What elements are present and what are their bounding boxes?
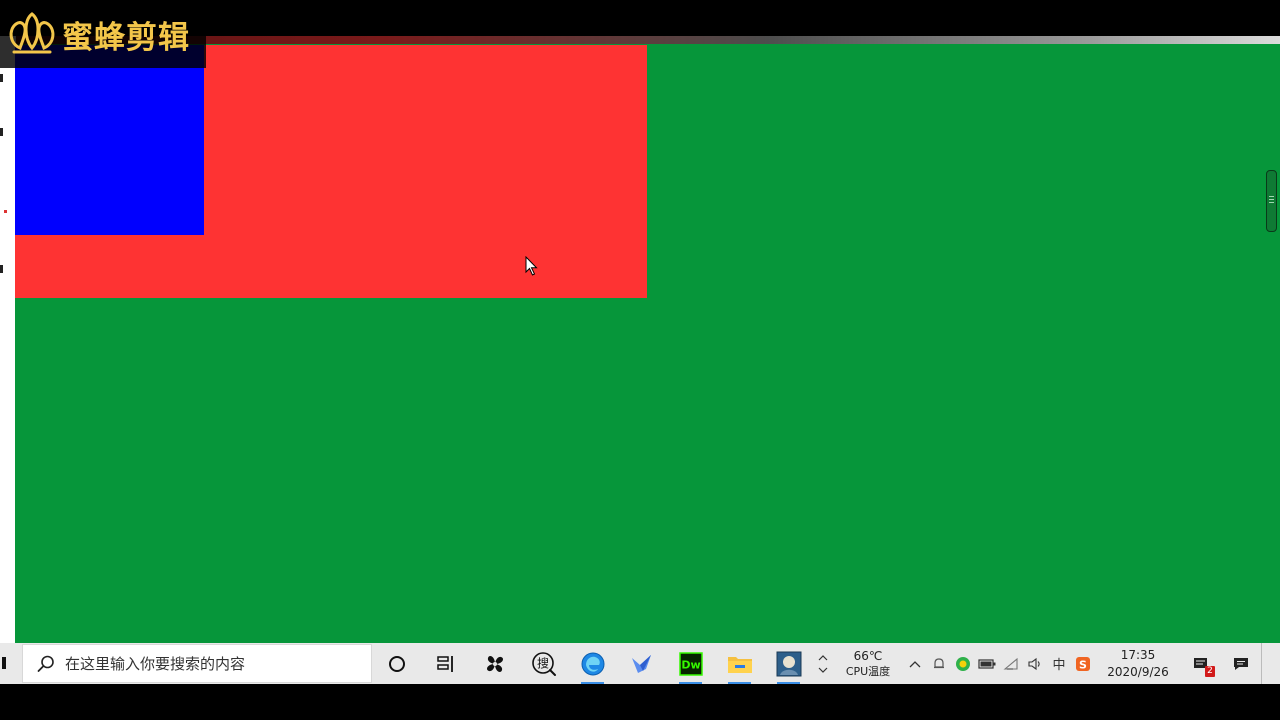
message-button[interactable] [1221, 643, 1261, 684]
sogou-search-button[interactable]: 搜 [519, 643, 568, 684]
notification-count-badge: 2 [1205, 666, 1215, 677]
task-view-icon [436, 655, 453, 672]
edge-tick [0, 265, 3, 273]
battery-icon [978, 658, 996, 669]
show-desktop-button[interactable] [1261, 643, 1270, 684]
clock-date: 2020/9/26 [1107, 664, 1169, 679]
photo-app-button[interactable] [764, 643, 813, 684]
tray-sogou-ime[interactable]: S [1071, 643, 1095, 684]
edge-dot [4, 210, 7, 213]
svg-text:S: S [1079, 658, 1087, 671]
taskbar-search-box[interactable] [22, 644, 372, 683]
start-edge-mark [2, 657, 6, 669]
edge-icon [581, 652, 604, 675]
blue-box [15, 45, 204, 235]
svg-text:搜: 搜 [536, 655, 548, 670]
tray-volume[interactable] [1023, 643, 1047, 684]
watermark-brand-text: 蜜蜂剪辑 [62, 19, 190, 56]
edge-tick [0, 74, 3, 82]
folder-icon [727, 656, 752, 673]
speaker-icon [1028, 657, 1040, 670]
cortana-button[interactable] [372, 643, 421, 684]
sou-icon: 搜 [531, 651, 556, 676]
cpu-temperature-value: 66℃ [853, 648, 883, 663]
bird-icon [631, 654, 651, 673]
mouse-cursor-icon [525, 256, 538, 276]
chevron-up-icon [818, 654, 828, 660]
scrollbar-grip-line [1269, 202, 1274, 203]
desktop-screen: 蜜蜂剪辑 在这里输入你要搜索的内容 搜 Dw 66℃ CPU温度 中 S 17:… [0, 0, 1280, 720]
edge-tick [0, 128, 3, 136]
show-hidden-icons-button[interactable] [903, 643, 927, 684]
bee-logo-icon [9, 12, 55, 54]
tray-bell[interactable] [927, 643, 951, 684]
cpu-temperature-widget[interactable]: 66℃ CPU温度 [833, 643, 903, 684]
vertical-scrollbar-thumb[interactable] [1266, 170, 1277, 232]
circle-icon [388, 655, 405, 672]
chat-icon [1234, 657, 1248, 670]
chevron-down-icon [818, 667, 828, 673]
tray-battery[interactable] [975, 643, 999, 684]
taskbar-scroll-arrows[interactable] [813, 643, 833, 684]
windows-taskbar: 搜 Dw [0, 643, 1280, 684]
watermark-logo: 蜜蜂剪辑 [0, 0, 206, 68]
shield-ring-icon [956, 656, 970, 671]
file-explorer-button[interactable] [715, 643, 764, 684]
tray-ime[interactable]: 中 [1047, 643, 1071, 684]
search-input[interactable] [65, 654, 355, 673]
left-edge-strip [0, 36, 16, 643]
pinwheel-app-button[interactable] [470, 643, 519, 684]
active-indicator [581, 682, 604, 684]
task-view-button[interactable] [421, 643, 470, 684]
scrollbar-grip-line [1269, 199, 1274, 200]
browser-viewport [0, 36, 1280, 643]
feishu-button[interactable] [617, 643, 666, 684]
tray-network[interactable] [999, 643, 1023, 684]
clock-time: 17:35 [1120, 647, 1156, 662]
dreamweaver-button[interactable]: Dw [666, 643, 715, 684]
taskbar-clock[interactable]: 17:35 2020/9/26 [1095, 643, 1181, 684]
cpu-temperature-label: CPU温度 [845, 664, 891, 678]
search-icon [37, 655, 54, 672]
wifi-icon [1003, 657, 1018, 670]
tray-360-security[interactable] [951, 643, 975, 684]
svg-text:Dw: Dw [681, 658, 700, 671]
active-indicator [728, 682, 751, 684]
chevron-up-icon [909, 660, 921, 667]
pinwheel-icon [486, 655, 503, 672]
active-indicator [679, 682, 702, 684]
action-center-button[interactable]: 2 [1181, 643, 1221, 684]
dw-icon: Dw [678, 651, 703, 676]
photo-icon [776, 651, 801, 676]
active-indicator [777, 682, 800, 684]
start-button[interactable] [0, 643, 22, 684]
edge-browser-button[interactable] [568, 643, 617, 684]
scrollbar-grip-line [1269, 196, 1274, 197]
bell-icon [934, 657, 944, 668]
sogou-s-icon: S [1076, 656, 1090, 671]
